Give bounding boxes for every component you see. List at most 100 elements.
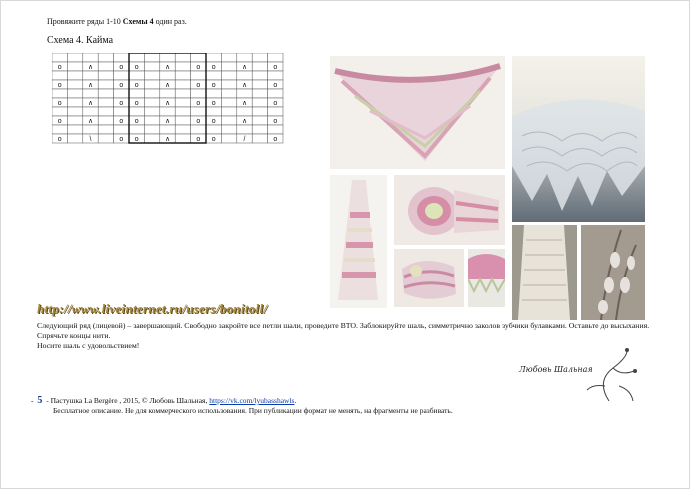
chart-cell [128,88,145,99]
vk-link[interactable]: https://vk.com/lyubasshawls [209,396,294,405]
chart-cell [144,124,161,135]
chart-symbol: o [212,136,216,143]
chart-cell [144,115,161,126]
lace-edge-closeup-image [468,249,505,307]
chart-symbol: ∧ [165,118,170,125]
chart-symbol: ∧ [165,136,170,143]
chart-cell [67,115,84,126]
chart-cell [67,79,84,90]
shawl-hanging-image [330,175,387,308]
chart-cell [128,124,145,135]
footer-license: Бесплатное описание. Не для коммерческог… [53,406,453,415]
chart-cell [190,52,207,63]
chart-cell [251,61,268,72]
chart-cell [236,106,253,117]
chart-cell [144,61,161,72]
chart-symbol: o [273,118,277,125]
chart-cell [51,106,68,117]
chart-cell [251,124,268,135]
chart-symbol: o [135,64,139,71]
shawl-folded-image [394,249,464,307]
chart-cell [51,70,68,81]
chart-symbol: o [196,136,200,143]
signature-flourish-icon: Любовь Шальная [518,347,637,402]
chart-symbol: o [58,82,62,89]
chart-symbol: o [58,136,62,143]
site-url[interactable]: http://www.liveinternet.ru/users/bonitol… [37,301,267,317]
chart-symbol: ∧ [165,82,170,89]
chart-symbol: o [196,64,200,71]
pussy-willow-image [581,225,645,320]
chart-cell [267,124,284,135]
chart-cell [159,106,176,117]
chart-cell [267,106,284,117]
chart-cell [113,52,130,63]
shawl-rolled-image [394,175,505,245]
chart-cell [236,124,253,135]
chart-cell [174,106,191,117]
chart-cell [67,124,84,135]
chart-cell [113,124,130,135]
white-lace-hanging-image [512,225,577,320]
chart-symbol: o [212,118,216,125]
chart-cell [236,52,253,63]
chart-cell [159,124,176,135]
chart-cell [205,52,222,63]
chart-cell [144,133,161,144]
chart-cell [190,70,207,81]
chart-cell [159,88,176,99]
chart-symbol: ∧ [165,100,170,107]
shawl-rolled-photo [394,175,505,245]
chart-cell [190,106,207,117]
white-lace-hanging-photo [512,225,577,320]
chart-symbol: o [58,100,62,107]
chart-cell [67,88,84,99]
chart-cell [51,52,68,63]
chart-cell [190,88,207,99]
chart-cell [221,52,238,63]
chart-cell [205,124,222,135]
footer-dash: - [31,396,34,405]
chart-cell [144,70,161,81]
page-footer: - 5 - Пастушка La Bergère , 2015, © Любо… [31,396,453,416]
scheme-title: Схема 4. Кайма [47,35,114,46]
chart-symbol: o [58,64,62,71]
footer-dash-2: - [46,396,49,405]
chart-cell [221,70,238,81]
chart-cell [82,106,99,117]
chart-symbol: o [212,64,216,71]
chart-cell [174,133,191,144]
intro-scheme: Схемы 4 [122,17,154,26]
chart-symbol: / [244,136,246,143]
chart-cell [205,70,222,81]
chart-symbol: o [212,82,216,89]
chart-cell [67,97,84,108]
chart-symbol: o [58,118,62,125]
chart-symbol: ∧ [242,82,247,89]
chart-cell [251,79,268,90]
chart-cell [144,106,161,117]
intro-prefix: Провяжите ряды 1-10 [47,17,123,26]
chart-symbol: ∧ [242,100,247,107]
chart-cell [113,88,130,99]
chart-cell [67,52,84,63]
chart-cell [128,70,145,81]
chart-symbol: o [119,64,123,71]
instructions-paragraph: Следующий ряд (лицевой) – завершающий. С… [37,321,650,340]
knitting-chart: o∧oo∧oo∧o9o∧oo∧oo∧o7o∧oo∧oo∧o5o∧oo∧oo∧o3… [51,52,297,156]
chart-cell [221,106,238,117]
footer-credit: Пастушка La Bergère , 2015, © Любовь Шал… [50,396,210,405]
chart-symbol: \ [90,136,92,143]
chart-cell [67,61,84,72]
chart-symbol: o [196,100,200,107]
intro-suffix: один раз. [153,17,187,26]
chart-symbol: ∧ [242,64,247,71]
chart-cell [97,79,114,90]
chart-symbol: o [273,64,277,71]
chart-symbol: ∧ [88,100,93,107]
chart-symbol: o [273,136,277,143]
signature-logo: Любовь Шальная [501,346,641,406]
chart-cell [221,61,238,72]
chart-cell [221,115,238,126]
page-number: 5 [37,395,43,406]
